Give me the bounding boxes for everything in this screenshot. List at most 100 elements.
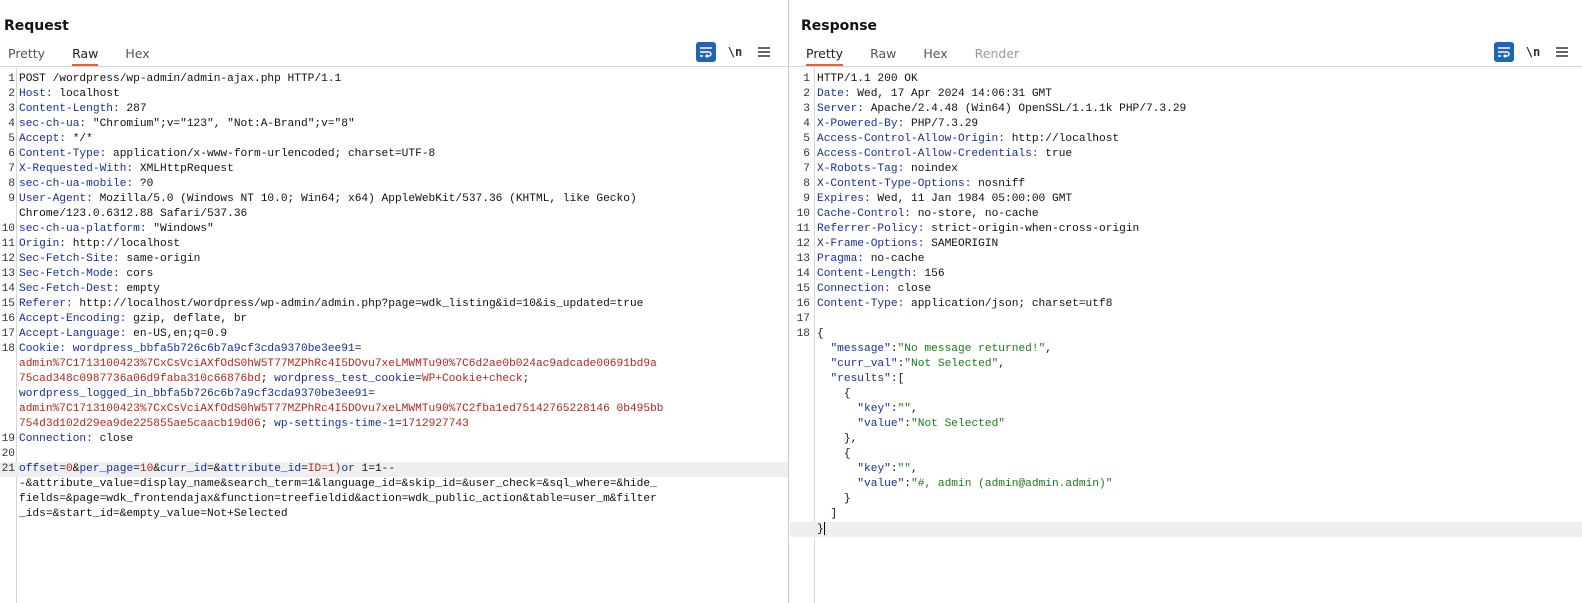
code-token: ; xyxy=(260,373,275,385)
wrap-lines-icon xyxy=(1498,47,1510,58)
line-content: admin%7C1713100423%7CxCsVciAXfOdS0hW5T77… xyxy=(19,402,664,417)
line-number: 1 xyxy=(803,73,810,85)
code-token: Cookie: xyxy=(19,343,66,355)
code-token: -&attribute_value=display_name&search_te… xyxy=(19,478,657,490)
line-content: admin%7C1713100423%7CxCsVciAXfOdS0hW5T77… xyxy=(19,357,657,372)
response-menu-button[interactable] xyxy=(1552,42,1572,62)
line-content: "key":"", xyxy=(817,462,918,477)
response-code-line: "message":"No message returned!", xyxy=(790,342,1582,357)
code-token: fields=&page=wdk_frontendajax&function=t… xyxy=(19,493,657,505)
code-token: http://localhost xyxy=(1004,133,1120,145)
request-code-line: 5 Accept: */* xyxy=(0,132,788,147)
code-token: application/json; charset=utf8 xyxy=(904,298,1113,310)
code-token: _ids=&start_id=&empty_value=Not+Selected xyxy=(19,508,288,520)
request-show-newlines-button[interactable]: \n xyxy=(725,42,745,62)
response-code-line: 5 Access-Control-Allow-Origin: http://loc… xyxy=(790,132,1582,147)
response-code-line: }, xyxy=(790,432,1582,447)
line-content: Cookie: wordpress_bbfa5b726c6b7a9cf3cda9… xyxy=(19,342,361,357)
line-content: Sec-Fetch-Mode: cors xyxy=(19,267,153,282)
line-content: Connection: close xyxy=(19,432,133,447)
code-token: Chrome/123.0.6312.88 Safari/537.36 xyxy=(19,208,248,220)
line-content: Referer: http://localhost/wordpress/wp-a… xyxy=(19,297,643,312)
request-code-line: 3 Content-Length: 287 xyxy=(0,102,788,117)
line-content: "message":"No message returned!", xyxy=(817,342,1052,357)
code-token: = xyxy=(395,418,402,430)
response-tabs: Pretty Raw Hex Render xyxy=(798,44,1038,66)
request-wrap-lines-button[interactable] xyxy=(696,42,716,62)
response-panel: Response Pretty Raw Hex Render \n 1 HTTP/… xyxy=(790,0,1582,603)
code-token: : xyxy=(890,343,898,355)
line-number: 4 xyxy=(803,118,810,130)
code-token: , xyxy=(911,463,918,475)
request-menu-button[interactable] xyxy=(754,42,774,62)
code-token: sec-ch-ua-mobile: xyxy=(19,178,134,190)
request-editor[interactable]: 1 POST /wordpress/wp-admin/admin-ajax.php… xyxy=(0,68,788,603)
request-code-line: 9 User-Agent: Mozilla/5.0 (Windows NT 10.… xyxy=(0,192,788,207)
line-content: "value":"Not Selected" xyxy=(817,417,1005,432)
response-show-newlines-button[interactable]: \n xyxy=(1523,42,1543,62)
request-code-line: 1 POST /wordpress/wp-admin/admin-ajax.php… xyxy=(0,72,788,87)
line-number: 17 xyxy=(796,313,810,325)
response-code-line: "key":"", xyxy=(790,402,1582,417)
code-token: XMLHttpRequest xyxy=(133,163,234,175)
response-code-line: "value":"#, admin (admin@admin.admin)" xyxy=(790,477,1582,492)
code-token: 10 xyxy=(139,463,154,475)
line-number: 13 xyxy=(796,253,810,265)
code-token: X-Requested-With: xyxy=(19,163,134,175)
line-content: X-Robots-Tag: noindex xyxy=(817,162,958,177)
response-code-line: 9 Expires: Wed, 11 Jan 1984 05:00:00 GMT xyxy=(790,192,1582,207)
request-code-line: 2 Host: localhost xyxy=(0,87,788,102)
code-token: or xyxy=(341,463,355,475)
code-token: Date: xyxy=(817,88,851,100)
request-tab-raw[interactable]: Raw xyxy=(72,44,99,66)
code-token: Sec-Fetch-Dest: xyxy=(19,283,120,295)
line-content: "curr_val":"Not Selected", xyxy=(817,357,1005,372)
request-code-line: 754d3d102d29ea9de225855ae5caacb19d06; wp… xyxy=(0,417,788,432)
line-content: Access-Control-Allow-Credentials: true xyxy=(817,147,1072,162)
line-content: Accept-Language: en-US,en;q=0.9 xyxy=(19,327,227,342)
code-token: Server: xyxy=(817,103,864,115)
code-token: Content-Length: xyxy=(817,268,918,280)
response-code-line: 11 Referrer-Policy: strict-origin-when-cr… xyxy=(790,222,1582,237)
line-content: _ids=&start_id=&empty_value=Not+Selected xyxy=(19,507,288,522)
request-tab-hex[interactable]: Hex xyxy=(125,44,149,66)
response-code-line: "curr_val":"Not Selected", xyxy=(790,357,1582,372)
response-editor[interactable]: 1 HTTP/1.1 200 OK 2 Date: Wed, 17 Apr 2024 … xyxy=(790,68,1582,603)
response-tab-raw[interactable]: Raw xyxy=(870,44,896,66)
code-token: ; xyxy=(260,418,275,430)
line-number: 10 xyxy=(796,208,810,220)
request-code-line: 10 sec-ch-ua-platform: "Windows" xyxy=(0,222,788,237)
line-content: sec-ch-ua-mobile: ?0 xyxy=(19,177,153,192)
code-token: User-Agent: xyxy=(19,193,93,205)
response-code-line: 12 X-Frame-Options: SAMEORIGIN xyxy=(790,237,1582,252)
response-tab-pretty[interactable]: Pretty xyxy=(806,44,844,66)
response-tab-render[interactable]: Render xyxy=(975,44,1020,66)
line-number: 3 xyxy=(803,103,810,115)
request-code-line: 12 Sec-Fetch-Site: same-origin xyxy=(0,252,788,267)
code-token: wordpress_logged_in_bbfa5b726c6b7a9cf3cd… xyxy=(19,388,369,400)
line-number: 12 xyxy=(1,253,15,265)
line-number: 18 xyxy=(796,328,810,340)
line-number: 21 xyxy=(1,463,15,475)
code-token: = xyxy=(301,463,308,475)
code-token: empty xyxy=(119,283,161,295)
line-number: 16 xyxy=(796,298,810,310)
response-tab-hex[interactable]: Hex xyxy=(923,44,947,66)
wrap-lines-icon xyxy=(700,47,712,58)
line-number: 11 xyxy=(796,223,810,235)
code-token: 0 xyxy=(66,463,73,475)
line-content: Expires: Wed, 11 Jan 1984 05:00:00 GMT xyxy=(817,192,1072,207)
response-code-line: 6 Access-Control-Allow-Credentials: true xyxy=(790,147,1582,162)
code-token: PHP/7.3.29 xyxy=(904,118,979,130)
request-tab-pretty[interactable]: Pretty xyxy=(8,44,45,66)
response-tabs-divider xyxy=(790,66,1582,67)
code-token: admin%7C1713100423%7CxCsVciAXfOdS0hW5T77… xyxy=(19,403,664,415)
response-wrap-lines-button[interactable] xyxy=(1494,42,1514,62)
line-number: 7 xyxy=(803,163,810,175)
code-token: Sec-Fetch-Mode: xyxy=(19,268,120,280)
text-cursor xyxy=(823,522,825,535)
request-code-line: 8 sec-ch-ua-mobile: ?0 xyxy=(0,177,788,192)
line-content: Pragma: no-cache xyxy=(817,252,924,267)
response-code-line: } xyxy=(790,492,1582,507)
line-number: 14 xyxy=(1,283,15,295)
